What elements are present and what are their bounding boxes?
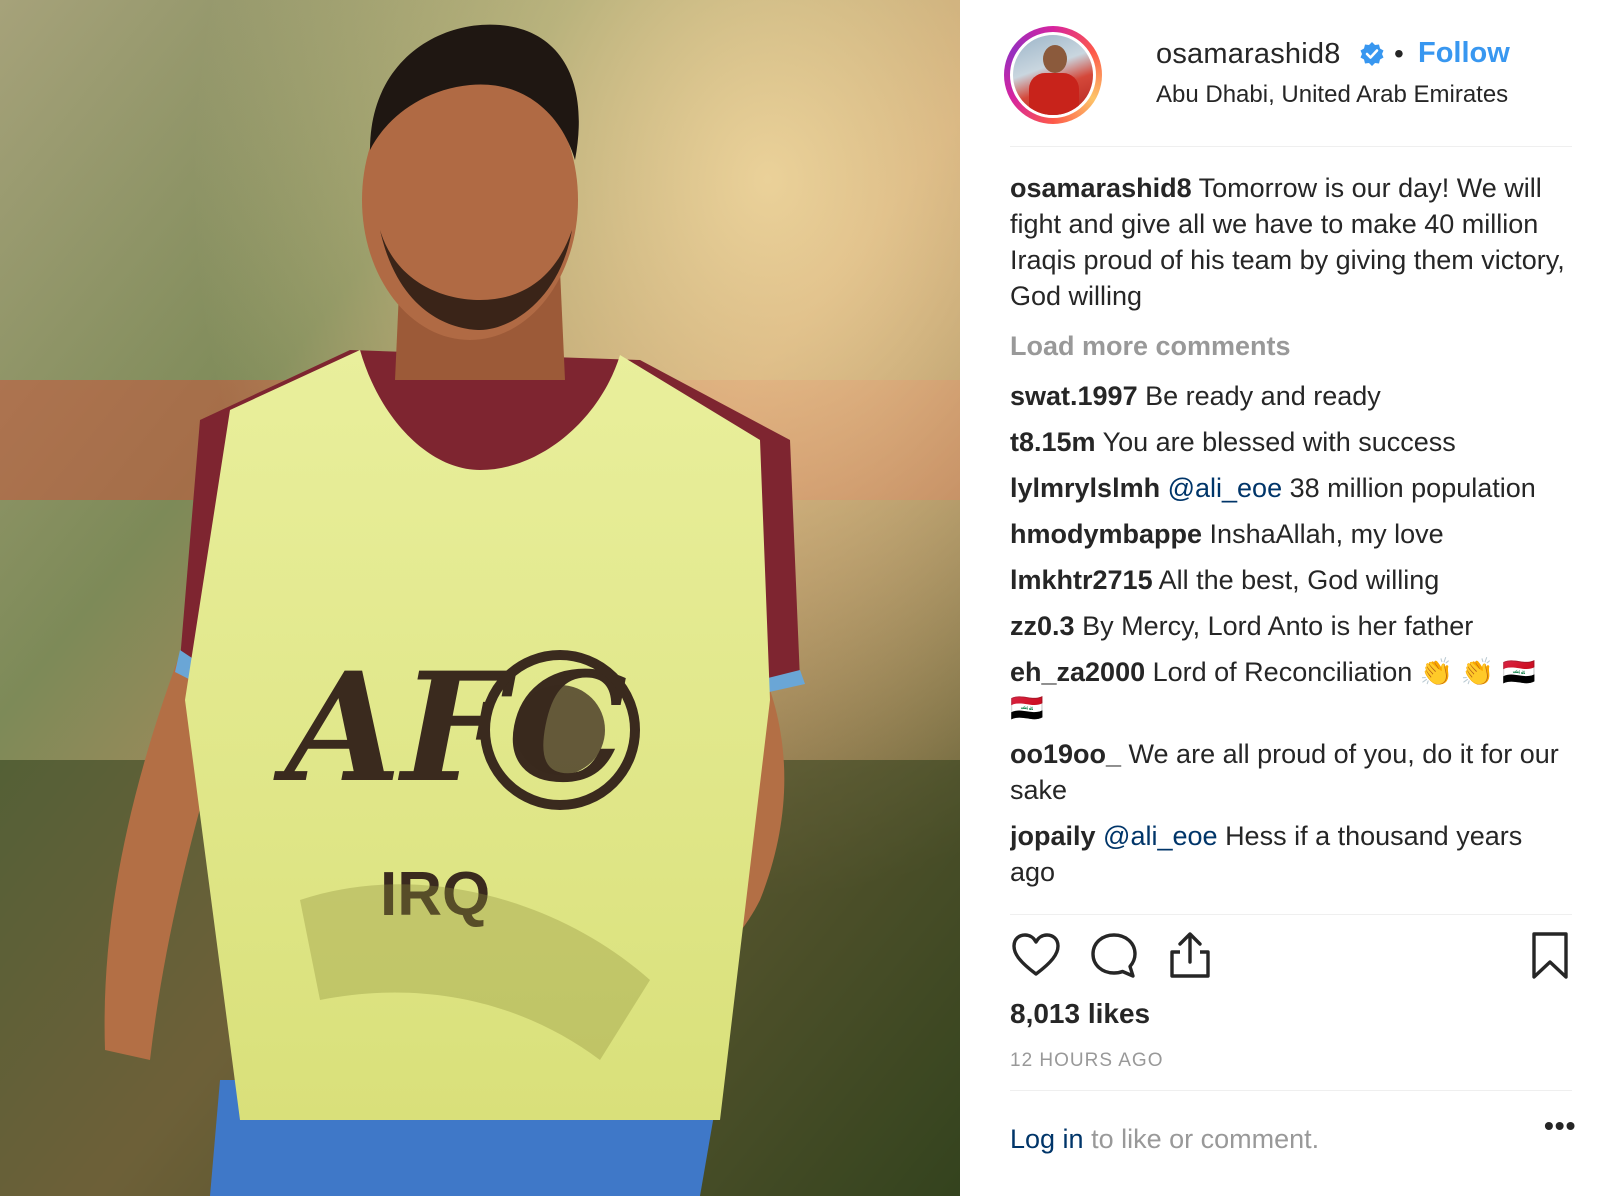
comment-item: hmodymbappe InshaAllah, my love: [1010, 516, 1570, 552]
comment-username[interactable]: swat.1997: [1010, 381, 1138, 411]
avatar-story-ring[interactable]: [1004, 26, 1102, 124]
comment-username[interactable]: lmkhtr2715: [1010, 565, 1153, 595]
comment-item: lmkhtr2715 All the best, God willing: [1010, 562, 1570, 598]
comments-divider: [1010, 914, 1572, 915]
share-icon[interactable]: [1164, 930, 1216, 982]
header-divider: [1010, 146, 1572, 147]
post-photo[interactable]: AFC IRQ: [0, 0, 960, 1196]
action-bar: [1010, 930, 1572, 990]
caption: osamarashid8 Tomorrow is our day! We wil…: [1010, 170, 1570, 314]
instagram-post: AFC IRQ osamarashid8 • Follow Abu Dhabi,…: [0, 0, 1622, 1196]
footer-divider: [1010, 1090, 1572, 1091]
comment-username[interactable]: t8.15m: [1010, 427, 1096, 457]
login-prompt-text: to like or comment.: [1083, 1124, 1320, 1154]
player-photo-illustration: AFC IRQ: [0, 0, 960, 1196]
comment-mention[interactable]: @ali_eoe: [1103, 821, 1218, 851]
comment-item: swat.1997 Be ready and ready: [1010, 378, 1570, 414]
comment-icon[interactable]: [1088, 930, 1140, 982]
login-link[interactable]: Log in: [1010, 1124, 1084, 1154]
username-link[interactable]: osamarashid8: [1156, 38, 1341, 71]
post-header: osamarashid8 • Follow Abu Dhabi, United …: [1004, 26, 1604, 126]
comment-item: lylmrylslmh @ali_eoe 38 million populati…: [1010, 470, 1570, 506]
comment-text: You are blessed with success: [1102, 427, 1456, 457]
likes-count[interactable]: 8,013 likes: [1010, 998, 1150, 1030]
login-prompt: Log in to like or comment.: [1010, 1124, 1319, 1155]
post-side-panel: osamarashid8 • Follow Abu Dhabi, United …: [960, 0, 1622, 1196]
comment-text: Be ready and ready: [1145, 381, 1381, 411]
comment-username[interactable]: hmodymbappe: [1010, 519, 1202, 549]
comment-text: By Mercy, Lord Anto is her father: [1082, 611, 1474, 641]
comment-item: t8.15m You are blessed with success: [1010, 424, 1570, 460]
caption-username[interactable]: osamarashid8: [1010, 173, 1192, 203]
comment-item: eh_za2000 Lord of Reconciliation 👏 👏 🇮🇶 …: [1010, 654, 1570, 726]
separator-dot: •: [1394, 38, 1404, 69]
follow-button[interactable]: Follow: [1418, 37, 1510, 70]
comment-item: jopaily @ali_eoe Hess if a thousand year…: [1010, 818, 1570, 890]
comment-username[interactable]: lylmrylslmh: [1010, 473, 1160, 503]
comments-list[interactable]: osamarashid8 Tomorrow is our day! We wil…: [1010, 170, 1570, 910]
comment-username[interactable]: zz0.3: [1010, 611, 1075, 641]
comment-text: 38 million population: [1289, 473, 1536, 503]
heart-icon[interactable]: [1010, 930, 1062, 982]
post-timestamp[interactable]: 12 HOURS AGO: [1010, 1050, 1164, 1072]
verified-badge-icon: [1360, 42, 1384, 66]
comment-mention[interactable]: @ali_eoe: [1168, 473, 1283, 503]
load-more-comments-button[interactable]: Load more comments: [1010, 328, 1570, 364]
comment-item: oo19oo_ We are all proud of you, do it f…: [1010, 736, 1570, 808]
comment-text: InshaAllah, my love: [1209, 519, 1444, 549]
bookmark-icon[interactable]: [1524, 930, 1576, 982]
location-link[interactable]: Abu Dhabi, United Arab Emirates: [1156, 81, 1508, 109]
comment-username[interactable]: eh_za2000: [1010, 657, 1145, 687]
avatar[interactable]: [1010, 32, 1096, 118]
comment-username[interactable]: jopaily: [1010, 821, 1096, 851]
comment-text: All the best, God willing: [1158, 565, 1440, 595]
more-options-icon[interactable]: •••: [1544, 1110, 1576, 1142]
comment-item: zz0.3 By Mercy, Lord Anto is her father: [1010, 608, 1570, 644]
comment-username[interactable]: oo19oo_: [1010, 739, 1121, 769]
